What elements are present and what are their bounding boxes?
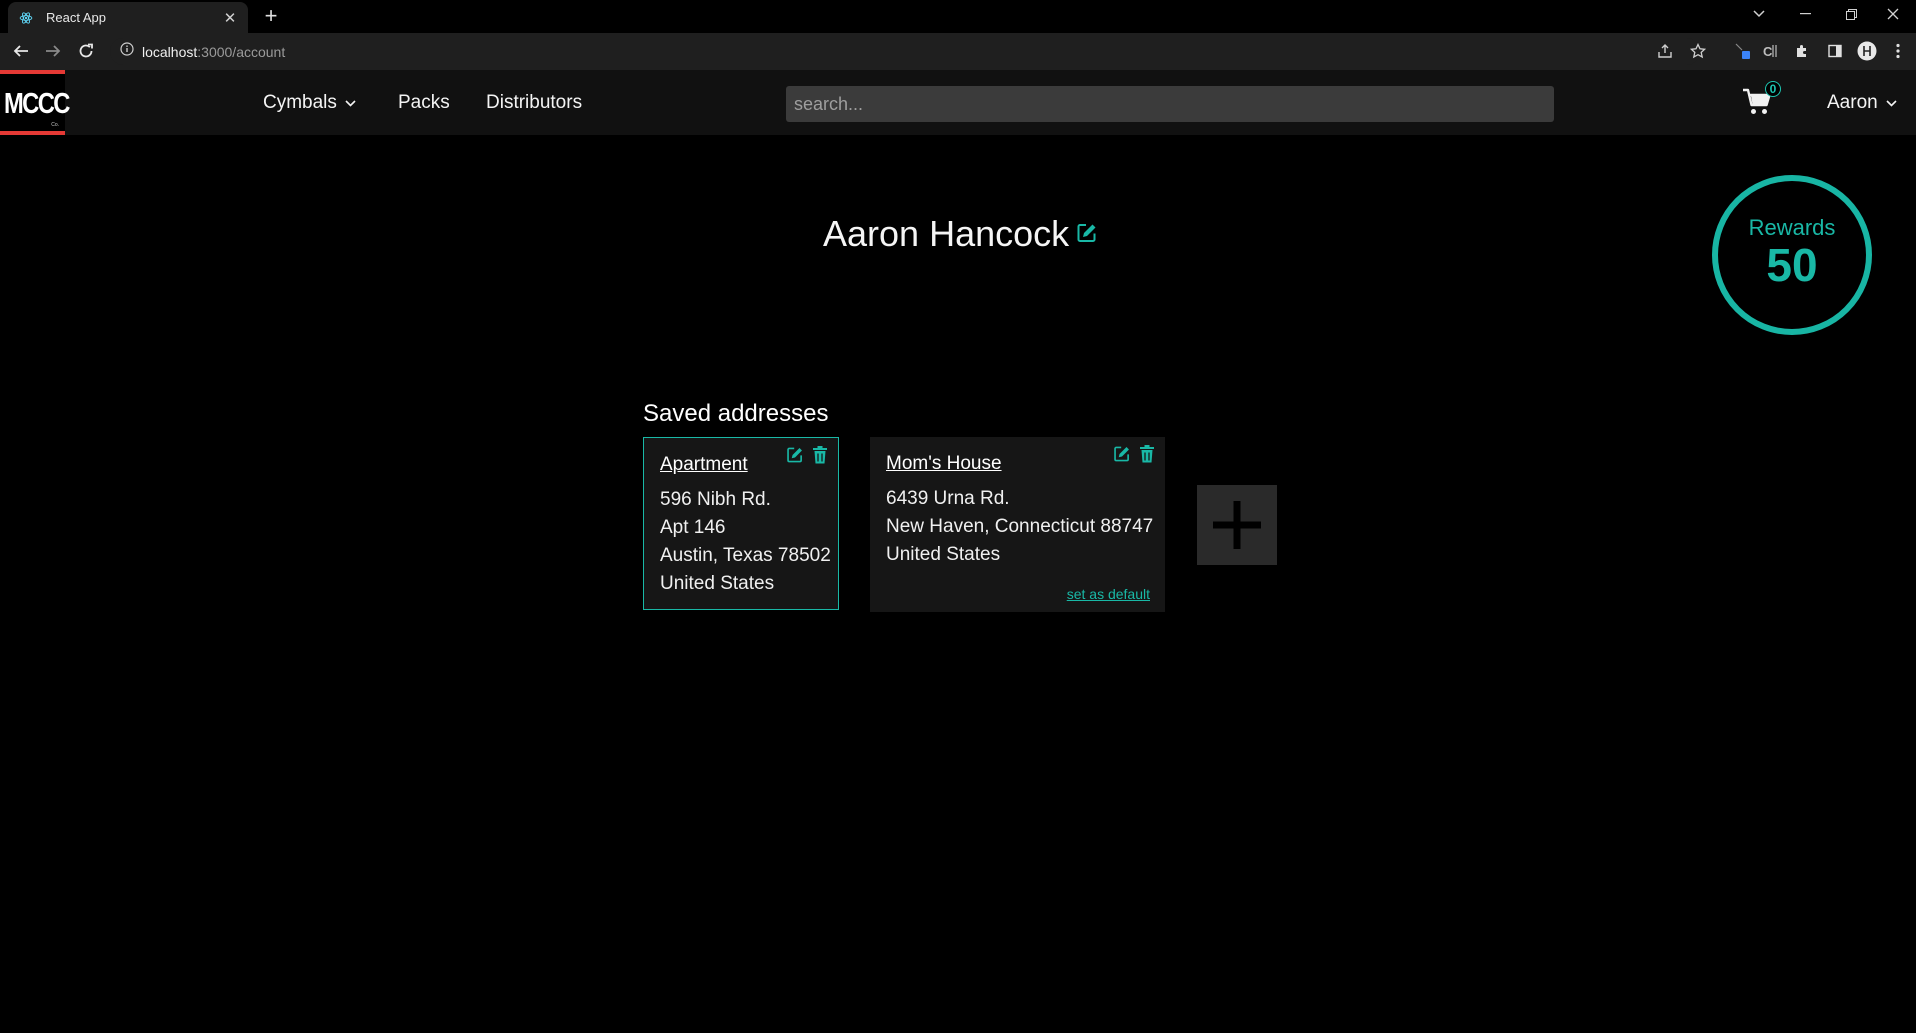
profile-avatar-icon[interactable] [1857, 41, 1877, 61]
tab-search-chevron-icon[interactable] [1736, 0, 1782, 28]
address-card-actions [1113, 445, 1157, 463]
nav-link-label: Cymbals [263, 92, 337, 113]
nav-link-packs[interactable]: Packs [398, 92, 450, 114]
logo-text: MCCC [4, 88, 70, 120]
chevron-down-icon [345, 99, 356, 107]
react-favicon-icon [18, 10, 34, 26]
address-card-moms-house[interactable]: Mom's House 6439 Urna Rd. New Haven, Con… [870, 437, 1165, 612]
forward-arrow-icon[interactable] [41, 39, 65, 63]
edit-address-icon[interactable] [1113, 445, 1131, 463]
brand-logo[interactable]: MCCC Co. [0, 70, 70, 135]
trash-icon[interactable] [1139, 445, 1157, 463]
bookmark-star-icon[interactable] [1688, 41, 1708, 61]
address-line: New Haven, Connecticut 88747 [886, 516, 1154, 537]
tab-title: React App [46, 10, 106, 25]
nav-link-label: Distributors [486, 92, 583, 113]
address-card-apartment[interactable]: Apartment 596 Nibh Rd. Apt 146 Austin, T… [643, 437, 839, 610]
address-line: Austin, Texas 78502 [660, 545, 831, 566]
address-line: Apt 146 [660, 517, 726, 538]
nav-link-cymbals[interactable]: Cymbals [263, 92, 356, 114]
rewards-points: 50 [1766, 238, 1818, 291]
set-as-default-link[interactable]: set as default [1067, 586, 1150, 602]
address-line: 596 Nibh Rd. [660, 489, 771, 510]
browser-toolbar: localhost:3000/account C [0, 33, 1916, 70]
edit-address-icon[interactable] [786, 446, 804, 464]
rewards-badge: Rewards 50 [1712, 175, 1872, 335]
browser-tab[interactable]: React App ✕ [8, 2, 248, 33]
extensions-puzzle-icon[interactable] [1792, 41, 1812, 61]
extension-puzzle-blue-icon[interactable] [1733, 41, 1753, 61]
url-path: :3000/account [197, 43, 286, 60]
restore-button[interactable] [1828, 0, 1874, 28]
logo-subtext: Co. [51, 122, 59, 128]
reload-icon[interactable] [74, 39, 98, 63]
user-menu[interactable]: Aaron [1827, 92, 1897, 114]
minimize-button[interactable] [1782, 0, 1828, 28]
address-name-link[interactable]: Mom's House [886, 453, 1002, 475]
rewards-label: Rewards [1748, 214, 1836, 240]
browser-tab-strip: React App ✕ + [0, 0, 1916, 33]
new-tab-button[interactable]: + [260, 3, 282, 29]
nav-link-label: Packs [398, 92, 450, 113]
address-line: United States [660, 573, 775, 594]
chevron-down-icon [1886, 99, 1897, 107]
back-arrow-icon[interactable] [9, 39, 33, 63]
address-card-actions [786, 446, 830, 464]
address-line: 6439 Urna Rd. [886, 488, 1010, 509]
side-panel-icon[interactable] [1825, 41, 1845, 61]
account-name: Aaron Hancock [823, 213, 1070, 254]
edit-name-icon[interactable] [1076, 222, 1098, 244]
extension-cc-icon[interactable]: C [1761, 41, 1781, 61]
add-address-button[interactable] [1197, 485, 1277, 565]
browser-menu-icon[interactable] [1888, 41, 1908, 61]
app-navbar: MCCC Co. Cymbals Packs Distributors 0 Aa… [0, 70, 1916, 135]
window-close-button[interactable] [1870, 0, 1916, 28]
url-host: localhost [142, 43, 198, 60]
nav-link-distributors[interactable]: Distributors [486, 92, 582, 114]
address-line: United States [886, 544, 1001, 565]
plus-icon [1211, 499, 1263, 551]
cart-count-badge: 0 [1765, 81, 1781, 97]
site-info-icon[interactable] [120, 42, 134, 61]
tab-close-icon[interactable]: ✕ [222, 9, 238, 27]
saved-addresses-title: Saved addresses [643, 400, 829, 427]
svg-text:C: C [1763, 44, 1773, 59]
user-menu-label: Aaron [1827, 92, 1878, 113]
address-name-link[interactable]: Apartment [660, 454, 748, 476]
search-input[interactable] [786, 86, 1554, 122]
share-icon[interactable] [1655, 41, 1675, 61]
trash-icon[interactable] [812, 446, 830, 464]
address-bar[interactable]: localhost:3000/account [110, 38, 1700, 65]
